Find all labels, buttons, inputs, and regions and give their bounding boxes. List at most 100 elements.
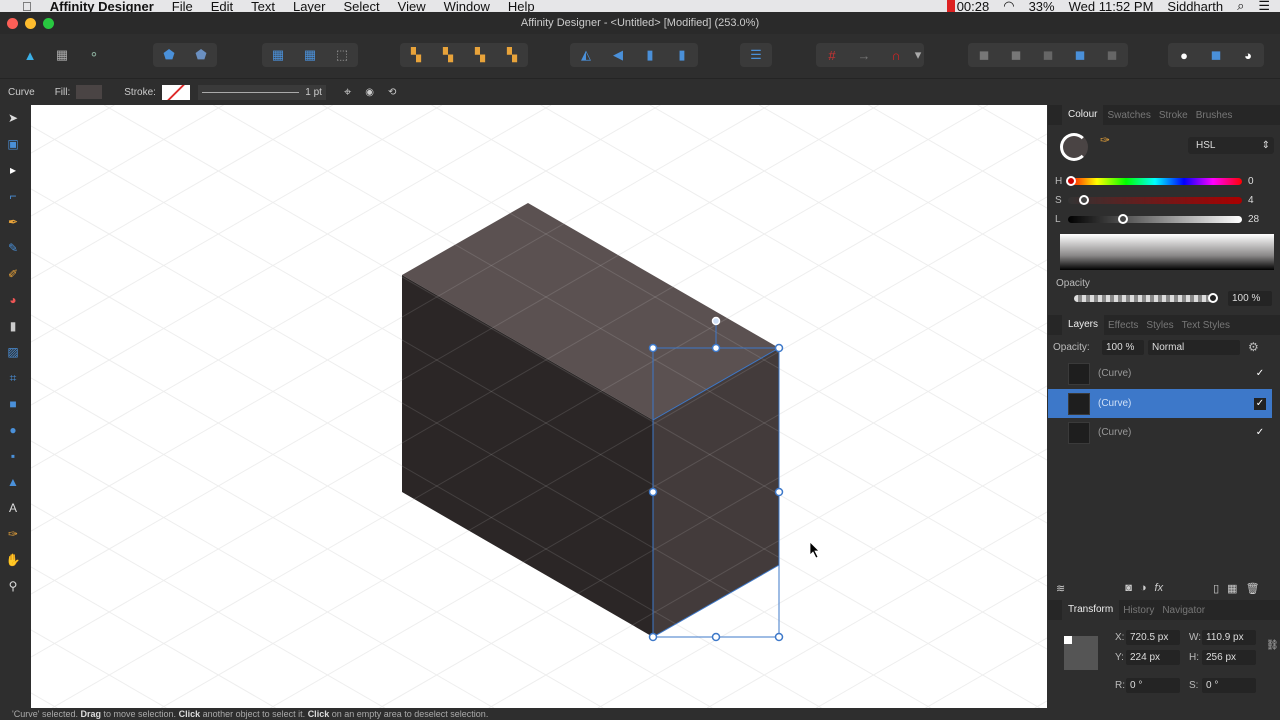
x-field[interactable]: 720.5 px <box>1126 630 1180 645</box>
visibility-checkbox[interactable]: ✓ <box>1254 427 1266 439</box>
anchor-point-selector[interactable] <box>1064 636 1098 670</box>
zoom-window-button[interactable] <box>43 18 54 29</box>
apple-icon[interactable]:  <box>22 0 32 12</box>
layer-row[interactable]: (Curve) ✓ <box>1048 418 1272 447</box>
fill-colour-well[interactable] <box>1060 133 1088 161</box>
rotate-left-icon[interactable]: ▮ <box>634 43 666 67</box>
menu-edit[interactable]: Edit <box>211 0 233 12</box>
tab-layers[interactable]: Layers <box>1062 315 1105 335</box>
boolean-xor-icon[interactable]: ◼ <box>1064 43 1096 67</box>
flip-horizontal-icon[interactable]: ◭ <box>570 43 602 67</box>
flip-vertical-icon[interactable]: ◀ <box>602 43 634 67</box>
y-field[interactable]: 224 px <box>1126 650 1180 665</box>
insert-inside-icon[interactable]: ◕ <box>1232 43 1264 67</box>
tab-text-styles[interactable]: Text Styles <box>1178 320 1234 331</box>
transform-objects-icon[interactable]: ⟲ <box>388 87 396 98</box>
notification-center-icon[interactable]: ☰ <box>1258 0 1270 12</box>
hue-slider[interactable] <box>1066 176 1242 186</box>
layer-row-selected[interactable]: (Curve) ✓ <box>1048 389 1272 418</box>
move-to-back-icon[interactable]: ▚ <box>400 43 432 67</box>
gear-icon[interactable]: ⚙ <box>1248 340 1259 354</box>
rounded-rect-tool-icon[interactable]: ▪ <box>0 443 26 469</box>
lightness-value[interactable]: 28 <box>1248 214 1259 225</box>
brush-tool-icon[interactable]: ✐ <box>0 261 26 287</box>
boolean-divide-icon[interactable]: ◼ <box>1096 43 1128 67</box>
lightness-knob[interactable] <box>1117 214 1128 224</box>
snapping-magnet-icon[interactable]: ∩ <box>880 43 912 67</box>
menu-file[interactable]: File <box>172 0 193 12</box>
hide-selection-icon[interactable]: ◉ <box>365 87 374 98</box>
h-field[interactable]: 256 px <box>1202 650 1256 665</box>
place-image-icon[interactable]: ▨ <box>0 339 26 365</box>
tab-navigator[interactable]: Navigator <box>1158 605 1209 616</box>
crop-tool-icon[interactable]: ⌗ <box>0 365 26 391</box>
layers-stack-icon[interactable]: ≋ <box>1056 582 1065 595</box>
pencil-tool-icon[interactable]: ✎ <box>0 235 26 261</box>
user-name[interactable]: Siddharth <box>1167 0 1223 12</box>
wifi-icon[interactable]: ◠ <box>1003 0 1014 12</box>
insert-top-icon[interactable]: ◼ <box>1200 43 1232 67</box>
designer-persona-icon[interactable]: ▲ <box>14 43 46 67</box>
saturation-slider[interactable] <box>1068 195 1242 205</box>
boolean-add-icon[interactable]: ◼ <box>968 43 1000 67</box>
saturation-value[interactable]: 4 <box>1248 195 1254 206</box>
anchor-top-left[interactable] <box>1064 636 1072 644</box>
recording-timer[interactable]: 00:28 <box>946 0 989 12</box>
snapping-grid-icon[interactable]: # <box>816 43 848 67</box>
add-layer-icon[interactable]: ▯ <box>1213 582 1219 595</box>
menu-view[interactable]: View <box>398 0 426 12</box>
hue-knob[interactable] <box>1066 176 1076 186</box>
opacity-field[interactable]: 100 % <box>1228 291 1272 306</box>
artboard-tool-icon[interactable]: ▣ <box>0 131 26 157</box>
rectangle-tool-icon[interactable]: ■ <box>0 391 26 417</box>
corner-tool-icon[interactable]: ⌐ <box>0 183 26 209</box>
tab-transform[interactable]: Transform <box>1062 600 1120 620</box>
colour-picker-box[interactable] <box>1060 234 1274 270</box>
menu-help[interactable]: Help <box>508 0 535 12</box>
triangle-tool-icon[interactable]: ▲ <box>0 469 26 495</box>
tab-stroke[interactable]: Stroke <box>1155 110 1192 121</box>
tab-colour[interactable]: Colour <box>1062 105 1104 125</box>
hue-value[interactable]: 0 <box>1248 176 1254 187</box>
opacity-slider[interactable] <box>1074 293 1218 303</box>
menu-app[interactable]: Affinity Designer <box>50 0 154 12</box>
minimize-window-button[interactable] <box>25 18 36 29</box>
move-back-icon[interactable]: ▚ <box>432 43 464 67</box>
move-tool-icon[interactable]: ➤ <box>0 105 26 131</box>
export-persona-icon[interactable]: ⚬ <box>78 43 110 67</box>
node-tool-icon[interactable]: ▸ <box>0 157 26 183</box>
colour-picker-icon[interactable]: ✑ <box>0 521 26 547</box>
canvas[interactable] <box>31 105 1047 708</box>
layer-opacity-field[interactable]: 100 % <box>1102 340 1144 355</box>
pen-tool-icon[interactable]: ✒ <box>0 209 26 235</box>
align-icon[interactable]: ☰ <box>740 43 772 67</box>
zoom-tool-icon[interactable]: ⚲ <box>0 573 26 599</box>
visibility-checkbox[interactable]: ✓ <box>1254 368 1266 380</box>
boolean-intersect-icon[interactable]: ◼ <box>1032 43 1064 67</box>
tab-styles[interactable]: Styles <box>1142 320 1177 331</box>
tab-swatches[interactable]: Swatches <box>1103 110 1154 121</box>
add-group-icon[interactable]: ▦ <box>1227 582 1237 595</box>
blend-mode-select[interactable]: Normal <box>1148 340 1240 355</box>
eyedropper-icon[interactable]: ✑ <box>1100 133 1110 147</box>
close-window-button[interactable] <box>7 18 18 29</box>
assistant-icon[interactable]: ⬟ <box>153 43 185 67</box>
fill-swatch[interactable] <box>76 85 103 99</box>
pixel-persona-icon[interactable]: ▦ <box>46 43 78 67</box>
saturation-knob[interactable] <box>1078 195 1089 205</box>
snapping-dropdown-icon[interactable]: ▾ <box>912 43 924 67</box>
mask-icon[interactable]: ◙ <box>1125 582 1132 594</box>
tab-brushes[interactable]: Brushes <box>1192 110 1237 121</box>
assistant-off-icon[interactable]: ⬟ <box>185 43 217 67</box>
lock-aspect-icon[interactable]: ⛓ <box>1266 640 1279 651</box>
hand-tool-icon[interactable]: ✋ <box>0 547 26 573</box>
spotlight-icon[interactable]: ⌕ <box>1237 0 1244 12</box>
visibility-checkbox[interactable]: ✓ <box>1254 397 1266 410</box>
layer-row[interactable]: (Curve) ✓ <box>1048 359 1272 388</box>
transform-origin-icon[interactable]: ⌖ <box>344 84 351 100</box>
move-forward-icon[interactable]: ▚ <box>464 43 496 67</box>
fx-icon[interactable]: fx <box>1155 582 1164 594</box>
tab-effects[interactable]: Effects <box>1104 320 1142 331</box>
snap-options-icon[interactable]: → <box>848 43 880 67</box>
menu-layer[interactable]: Layer <box>293 0 326 12</box>
